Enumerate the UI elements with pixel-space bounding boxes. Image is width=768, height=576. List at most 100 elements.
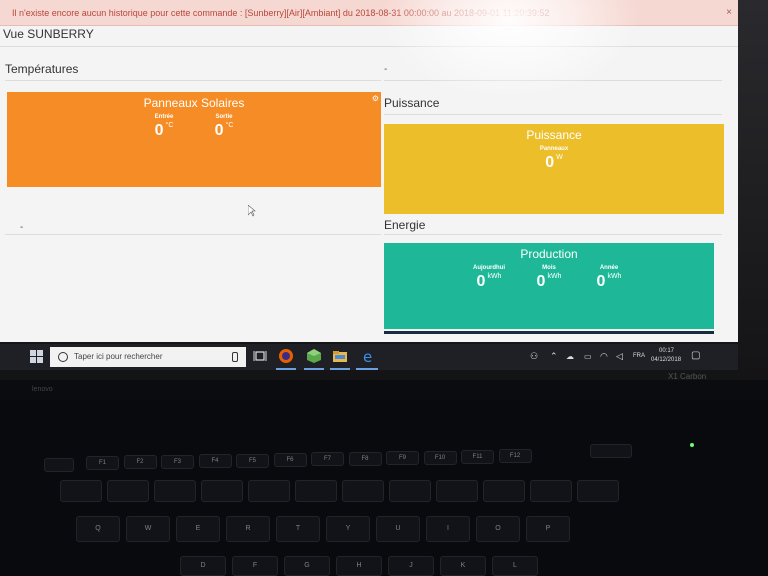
key-number[interactable] bbox=[107, 480, 149, 502]
battery-icon[interactable]: ▭ bbox=[584, 352, 592, 361]
task-view-icon[interactable] bbox=[252, 348, 268, 364]
key-p[interactable]: P bbox=[526, 516, 570, 542]
key-f2[interactable]: F2 bbox=[123, 455, 157, 470]
key-i[interactable]: I bbox=[426, 516, 470, 542]
alert-text: Il n'existe encore aucun historique pour… bbox=[12, 8, 550, 18]
key-f10[interactable]: F10 bbox=[423, 450, 457, 465]
key-number[interactable] bbox=[342, 480, 384, 502]
key-f8[interactable]: F8 bbox=[348, 451, 382, 466]
dash-marker: - bbox=[384, 64, 388, 75]
close-icon[interactable]: × bbox=[726, 0, 732, 26]
laptop-brand-logo: lenovo bbox=[32, 386, 53, 393]
key-t[interactable]: T bbox=[276, 516, 320, 542]
wifi-icon[interactable]: ◠ bbox=[600, 351, 608, 362]
microphone-icon[interactable] bbox=[232, 352, 238, 362]
key-number[interactable] bbox=[295, 480, 337, 502]
people-icon[interactable]: ⚇ bbox=[530, 351, 538, 362]
metric-label: Aujourdhui bbox=[473, 265, 505, 271]
edge-browser-icon[interactable]: e bbox=[360, 348, 376, 364]
mouse-cursor-icon bbox=[248, 205, 256, 217]
divider bbox=[384, 234, 722, 235]
key-number[interactable] bbox=[60, 480, 102, 502]
key-f6[interactable]: F6 bbox=[273, 453, 307, 467]
firefox-icon[interactable] bbox=[278, 348, 294, 364]
key-f[interactable]: F bbox=[232, 556, 278, 576]
active-app-indicator bbox=[356, 368, 378, 370]
divider bbox=[5, 234, 381, 235]
key-number[interactable] bbox=[248, 480, 290, 502]
search-placeholder: Taper ici pour rechercher bbox=[74, 352, 163, 361]
laptop-screen: Il n'existe encore aucun historique pour… bbox=[0, 0, 738, 342]
key-y[interactable]: Y bbox=[326, 516, 370, 542]
metric-value: 0 kWh bbox=[536, 273, 562, 290]
taskbar-search-box[interactable]: Taper ici pour rechercher bbox=[50, 347, 246, 367]
key-number[interactable] bbox=[483, 480, 525, 502]
key-f7[interactable]: F7 bbox=[311, 452, 344, 467]
dash-marker: - bbox=[20, 222, 24, 233]
puissance-tile: Puissance Panneaux 0W bbox=[384, 124, 724, 214]
key-f4[interactable]: F4 bbox=[198, 454, 232, 469]
key-f3[interactable]: F3 bbox=[161, 454, 194, 469]
key-l[interactable]: L bbox=[492, 556, 538, 576]
chevron-up-icon[interactable]: ⌃ bbox=[550, 351, 558, 362]
metric-label: Sortie bbox=[215, 114, 233, 120]
key-number[interactable] bbox=[436, 480, 478, 502]
file-explorer-icon[interactable] bbox=[332, 348, 348, 364]
metric-label: Année bbox=[599, 265, 619, 271]
key-q[interactable]: Q bbox=[76, 516, 120, 542]
key-r[interactable]: R bbox=[226, 516, 270, 542]
key-d[interactable]: D bbox=[180, 556, 226, 576]
metric-value: 0 °C bbox=[154, 122, 174, 139]
metric-sortie: Sortie 0 °C bbox=[194, 114, 254, 140]
key-f12[interactable]: F12 bbox=[498, 449, 532, 464]
key-number[interactable] bbox=[389, 480, 431, 502]
notifications-icon[interactable]: ▢ bbox=[691, 350, 700, 361]
key-f11[interactable]: F11 bbox=[461, 450, 494, 464]
volume-icon[interactable]: ◁ bbox=[616, 351, 623, 362]
metric-aujourdhui: Aujourdhui 0 kWh bbox=[459, 265, 519, 291]
clock-date[interactable]: 04/12/2018 bbox=[651, 357, 681, 363]
divider bbox=[5, 80, 381, 81]
key-e[interactable]: E bbox=[176, 516, 220, 542]
key-esc[interactable] bbox=[44, 458, 74, 472]
language-indicator[interactable]: FRA bbox=[633, 353, 645, 359]
metric-label: Panneaux bbox=[539, 146, 569, 152]
key-f5[interactable]: F5 bbox=[236, 453, 269, 468]
windows-start-icon[interactable] bbox=[30, 350, 44, 364]
tile-title: Panneaux Solaires bbox=[143, 96, 245, 110]
metric-value: 0 kWh bbox=[476, 273, 502, 290]
laptop-model-label: X1 Carbon bbox=[668, 372, 707, 381]
key-number[interactable] bbox=[154, 480, 196, 502]
box-app-icon[interactable] bbox=[306, 348, 322, 364]
metric-panneaux: Panneaux 0W bbox=[524, 146, 584, 172]
key-f1[interactable]: F1 bbox=[86, 456, 119, 470]
key-number[interactable] bbox=[577, 480, 619, 502]
key-o[interactable]: O bbox=[476, 516, 520, 542]
key-j[interactable]: J bbox=[388, 556, 434, 576]
metric-mois: Mois 0 kWh bbox=[519, 265, 579, 291]
key-k[interactable]: K bbox=[440, 556, 486, 576]
key-u[interactable]: U bbox=[376, 516, 420, 542]
scroll-strip bbox=[384, 331, 714, 334]
key-g[interactable]: G bbox=[284, 556, 330, 576]
metric-annee: Année 0 kWh bbox=[579, 265, 639, 291]
onedrive-icon[interactable]: ☁ bbox=[566, 352, 574, 361]
metric-value: 0W bbox=[545, 154, 563, 171]
active-app-indicator bbox=[276, 368, 296, 370]
puissance-heading: Puissance bbox=[384, 96, 440, 110]
key-number[interactable] bbox=[530, 480, 572, 502]
active-app-indicator bbox=[330, 368, 350, 370]
metric-value: 0 °C bbox=[214, 122, 234, 139]
tile-title: Production bbox=[520, 247, 578, 261]
key-media[interactable] bbox=[590, 444, 632, 458]
metric-label: Mois bbox=[542, 265, 556, 271]
svg-text:e: e bbox=[363, 348, 372, 364]
windows-taskbar: Taper ici pour rechercher e ⚇ ⌃ ☁ ▭ ◠ ◁ … bbox=[0, 344, 738, 370]
key-h[interactable]: H bbox=[336, 556, 382, 576]
clock-time[interactable]: 00:17 bbox=[659, 348, 674, 354]
metric-label: Entrée bbox=[154, 114, 174, 120]
settings-icon[interactable]: ⚙ bbox=[372, 94, 379, 103]
key-f9[interactable]: F9 bbox=[386, 451, 419, 466]
key-number[interactable] bbox=[201, 480, 243, 502]
key-w[interactable]: W bbox=[126, 516, 170, 542]
